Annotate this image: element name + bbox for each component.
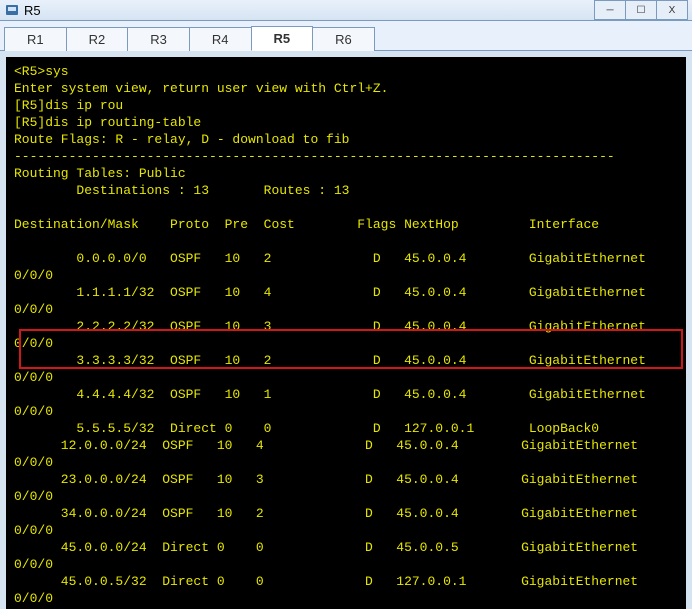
app-icon: [4, 2, 20, 18]
terminal[interactable]: <R5>sys Enter system view, return user v…: [6, 57, 686, 609]
term-flags-legend: Route Flags: R - relay, D - download to …: [14, 132, 349, 147]
maximize-button[interactable]: ☐: [625, 0, 657, 20]
table-row: 0/0/0: [14, 489, 53, 504]
app-window: R5 ─ ☐ X R1 R2 R3 R4 R5 R6 <R5>sys Enter…: [0, 0, 692, 609]
terminal-container: <R5>sys Enter system view, return user v…: [0, 51, 692, 609]
tab-r3[interactable]: R3: [127, 27, 190, 51]
tab-r1[interactable]: R1: [4, 27, 67, 51]
term-cmd2: [R5]dis ip routing-table: [14, 115, 201, 130]
table-row: 3.3.3.3/32 OSPF 10 2 D 45.0.0.4 GigabitE…: [14, 353, 646, 368]
table-row: 0.0.0.0/0 OSPF 10 2 D 45.0.0.4 GigabitEt…: [14, 251, 646, 266]
close-icon: X: [669, 5, 676, 16]
table-row: 5.5.5.5/32 Direct 0 0 D 127.0.0.1 LoopBa…: [14, 421, 599, 436]
table-row: 23.0.0.0/24 OSPF 10 3 D 45.0.0.4 Gigabit…: [14, 472, 638, 487]
table-row: 0/0/0: [14, 268, 53, 283]
titlebar: R5 ─ ☐ X: [0, 0, 692, 21]
term-prompt: <R5>sys: [14, 64, 69, 79]
term-dashes: ----------------------------------------…: [14, 149, 615, 164]
table-row: 0/0/0: [14, 523, 53, 538]
window-title: R5: [24, 3, 595, 18]
tab-r6[interactable]: R6: [312, 27, 375, 51]
table-row: 12.0.0.0/24 OSPF 10 4 D 45.0.0.4 Gigabit…: [14, 438, 638, 453]
table-row: 0/0/0: [14, 302, 53, 317]
term-tables-header: Routing Tables: Public: [14, 166, 186, 181]
table-row: 0/0/0: [14, 336, 53, 351]
minimize-icon: ─: [606, 5, 613, 16]
table-row: 1.1.1.1/32 OSPF 10 4 D 45.0.0.4 GigabitE…: [14, 285, 646, 300]
tab-r4[interactable]: R4: [189, 27, 252, 51]
maximize-icon: ☐: [637, 5, 646, 16]
minimize-button[interactable]: ─: [594, 0, 626, 20]
tab-r5[interactable]: R5: [251, 26, 314, 51]
table-row: 45.0.0.5/32 Direct 0 0 D 127.0.0.1 Gigab…: [14, 574, 638, 589]
table-row: 4.4.4.4/32 OSPF 10 1 D 45.0.0.4 GigabitE…: [14, 387, 646, 402]
table-row: 2.2.2.2/32 OSPF 10 3 D 45.0.0.4 GigabitE…: [14, 319, 646, 334]
term-enter-view: Enter system view, return user view with…: [14, 81, 388, 96]
table-row: 34.0.0.0/24 OSPF 10 2 D 45.0.0.4 Gigabit…: [14, 506, 638, 521]
term-cmd1: [R5]dis ip rou: [14, 98, 123, 113]
term-col-header: Destination/Mask Proto Pre Cost Flags Ne…: [14, 217, 599, 232]
tabstrip: R1 R2 R3 R4 R5 R6: [0, 21, 692, 51]
table-row: 0/0/0: [14, 404, 53, 419]
close-button[interactable]: X: [656, 0, 688, 20]
table-row: 0/0/0: [14, 370, 53, 385]
table-row: 0/0/0: [14, 557, 53, 572]
window-controls: ─ ☐ X: [595, 0, 688, 20]
term-dest-line: Destinations : 13 Routes : 13: [14, 183, 349, 198]
table-row: 45.0.0.0/24 Direct 0 0 D 45.0.0.5 Gigabi…: [14, 540, 638, 555]
table-row: 0/0/0: [14, 591, 53, 606]
table-row: 0/0/0: [14, 455, 53, 470]
tab-r2[interactable]: R2: [66, 27, 129, 51]
